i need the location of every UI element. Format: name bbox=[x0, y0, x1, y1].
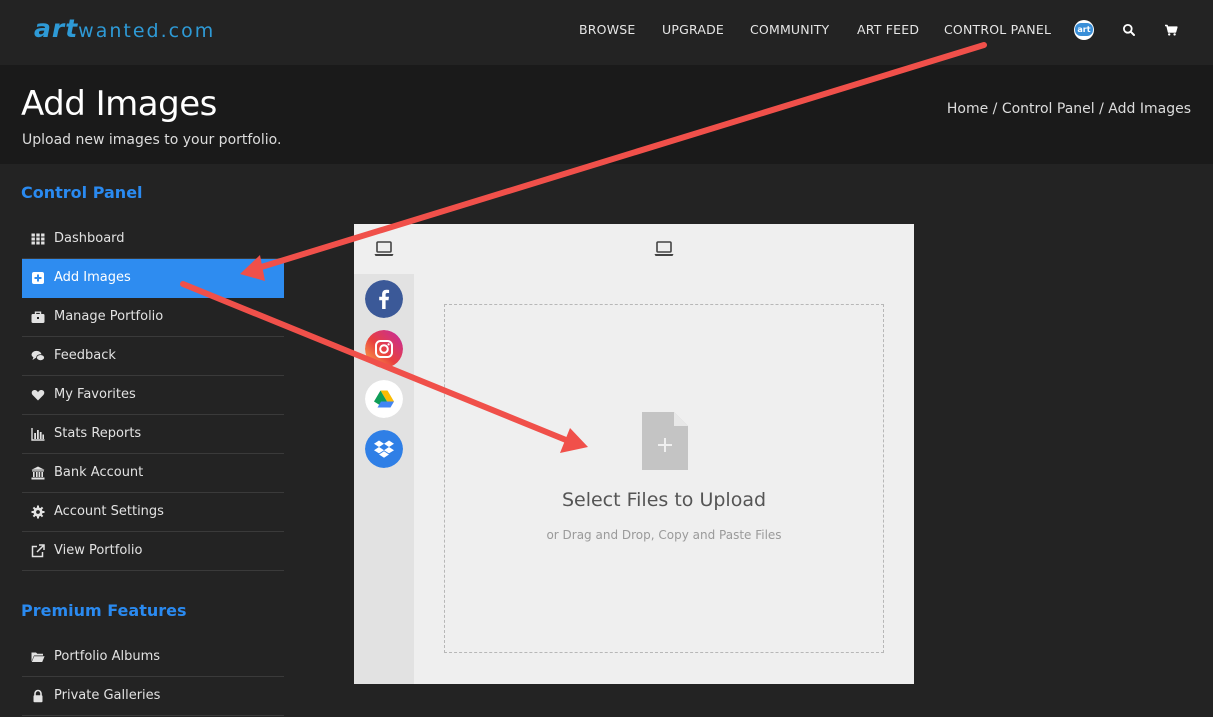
drag-drop-hint: or Drag and Drop, Copy and Paste Files bbox=[546, 528, 782, 542]
breadcrumb-home[interactable]: Home bbox=[947, 101, 988, 117]
sidebar-item-label: Private Galleries bbox=[54, 688, 161, 703]
artwanted-logo[interactable]: artwanted.com bbox=[34, 14, 215, 46]
sidebar-item-account-settings[interactable]: Account Settings bbox=[22, 493, 284, 532]
sidebar-item-portfolio-albums[interactable]: Portfolio Albums bbox=[22, 638, 284, 677]
breadcrumb: Home / Control Panel / Add Images bbox=[947, 101, 1191, 117]
breadcrumb-current: Add Images bbox=[1108, 101, 1191, 117]
external-link-icon bbox=[31, 544, 45, 558]
sidebar-item-label: Manage Portfolio bbox=[54, 309, 164, 324]
heart-icon bbox=[31, 389, 45, 401]
sidebar-item-label: My Favorites bbox=[54, 387, 136, 402]
lock-icon bbox=[33, 689, 43, 703]
upload-source-rail bbox=[354, 274, 414, 684]
sidebar-item-feedback[interactable]: Feedback bbox=[22, 337, 284, 376]
file-uploader: Select Files to Upload or Drag and Drop,… bbox=[354, 224, 914, 684]
sidebar-item-dashboard[interactable]: Dashboard bbox=[22, 220, 284, 259]
sidebar-item-bank-account[interactable]: Bank Account bbox=[22, 454, 284, 493]
sidebar-item-private-galleries[interactable]: Private Galleries bbox=[22, 677, 284, 716]
page-header: Add Images Upload new images to your por… bbox=[0, 65, 1213, 164]
uploader-topbar bbox=[354, 224, 914, 274]
nav-browse[interactable]: BROWSE bbox=[579, 22, 636, 37]
sidebar-item-view-portfolio[interactable]: View Portfolio bbox=[22, 532, 284, 571]
bank-icon bbox=[31, 466, 45, 480]
instagram-icon[interactable] bbox=[365, 330, 403, 368]
sidebar-item-label: Feedback bbox=[54, 348, 116, 363]
folder-open-icon bbox=[31, 652, 45, 662]
control-panel-menu: Dashboard Add Images Manage Portfolio Fe… bbox=[22, 220, 284, 571]
nav-control-panel[interactable]: CONTROL PANEL bbox=[944, 22, 1051, 37]
plus-square-icon bbox=[32, 272, 44, 284]
facebook-icon[interactable] bbox=[365, 280, 403, 318]
nav-community[interactable]: COMMUNITY bbox=[750, 22, 829, 37]
sidebar-item-add-images[interactable]: Add Images bbox=[22, 259, 284, 298]
sidebar-item-label: Bank Account bbox=[54, 465, 144, 480]
control-panel-heading: Control Panel bbox=[21, 183, 143, 202]
sidebar-item-label: View Portfolio bbox=[54, 543, 143, 558]
local-device-icon bbox=[654, 241, 674, 256]
add-file-icon bbox=[642, 412, 688, 470]
sidebar-item-label: Add Images bbox=[54, 270, 131, 285]
page-title: Add Images bbox=[21, 84, 217, 124]
dropbox-icon[interactable] bbox=[365, 430, 403, 468]
sidebar-item-label: Stats Reports bbox=[54, 426, 142, 441]
sidebar-item-label: Dashboard bbox=[54, 231, 125, 246]
user-avatar[interactable]: art bbox=[1074, 20, 1094, 40]
google-drive-icon[interactable] bbox=[365, 380, 403, 418]
breadcrumb-separator: / bbox=[992, 101, 998, 117]
avatar-badge-text: art bbox=[1075, 23, 1093, 36]
top-navbar: artwanted.com BROWSE UPGRADE COMMUNITY A… bbox=[0, 0, 1213, 65]
sidebar-item-my-favorites[interactable]: My Favorites bbox=[22, 376, 284, 415]
search-icon[interactable] bbox=[1122, 23, 1136, 37]
breadcrumb-control-panel[interactable]: Control Panel bbox=[1002, 101, 1095, 117]
gear-icon bbox=[31, 505, 45, 519]
nav-upgrade[interactable]: UPGRADE bbox=[662, 22, 724, 37]
comments-icon bbox=[31, 350, 45, 362]
premium-features-heading: Premium Features bbox=[21, 601, 187, 620]
sidebar-item-label: Portfolio Albums bbox=[54, 649, 161, 664]
cart-icon[interactable] bbox=[1164, 23, 1178, 37]
my-device-icon[interactable] bbox=[374, 241, 394, 257]
select-files-label[interactable]: Select Files to Upload bbox=[445, 489, 883, 511]
page-subtitle: Upload new images to your portfolio. bbox=[22, 132, 282, 148]
nav-art-feed[interactable]: ART FEED bbox=[857, 22, 919, 37]
bar-chart-icon bbox=[31, 428, 45, 441]
sidebar-item-label: Account Settings bbox=[54, 504, 164, 519]
sidebar-item-stats-reports[interactable]: Stats Reports bbox=[22, 415, 284, 454]
file-dropzone[interactable]: Select Files to Upload or Drag and Drop,… bbox=[444, 304, 884, 653]
grid-icon bbox=[31, 233, 45, 245]
premium-features-menu: Portfolio Albums Private Galleries bbox=[22, 638, 284, 716]
briefcase-icon bbox=[31, 311, 45, 323]
breadcrumb-separator: / bbox=[1099, 101, 1104, 117]
sidebar-item-manage-portfolio[interactable]: Manage Portfolio bbox=[22, 298, 284, 337]
